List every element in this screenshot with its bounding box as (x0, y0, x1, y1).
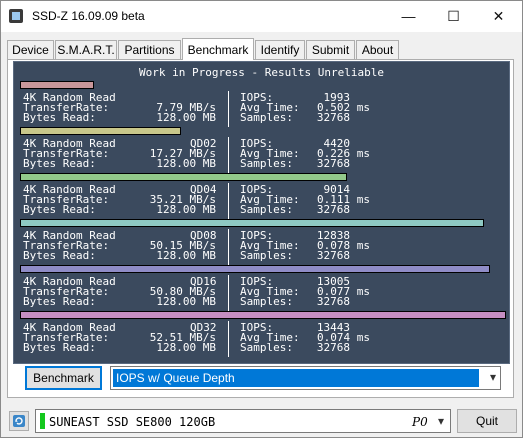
minimize-button[interactable]: — (386, 1, 431, 31)
samples-value: 32768 (316, 249, 350, 262)
result-bar (20, 311, 506, 319)
column-divider (228, 229, 229, 265)
bytes-read-value: 128.00 MB (156, 249, 216, 262)
result-bar (20, 219, 484, 227)
result-bar (20, 265, 490, 273)
column-divider (228, 321, 229, 357)
chevron-down-icon: ▾ (489, 370, 496, 384)
column-divider (228, 275, 229, 311)
result-block: 4K Random Read QD08 TransferRate: 50.15 … (14, 219, 509, 265)
benchmark-results: Work in Progress - Results Unreliable 4K… (13, 61, 510, 364)
title-bar: SSD-Z 16.09.09 beta — ☐ ✕ (1, 1, 522, 32)
result-bar (20, 173, 347, 181)
samples-value: 32768 (316, 341, 350, 354)
benchmark-button[interactable]: Benchmark (25, 366, 102, 390)
maximize-button[interactable]: ☐ (431, 1, 476, 31)
bytes-read-value: 128.00 MB (156, 157, 216, 170)
samples-value: 32768 (316, 203, 350, 216)
tab-about[interactable]: About (356, 40, 399, 59)
benchmark-mode-value: IOPS w/ Queue Depth (113, 369, 479, 387)
benchmark-title: Work in Progress - Results Unreliable (138, 66, 385, 79)
samples-value: 32768 (316, 157, 350, 170)
tab-submit[interactable]: Submit (306, 40, 355, 59)
bytes-read-value: 128.00 MB (156, 295, 216, 308)
bytes-read-value: 128.00 MB (156, 111, 216, 124)
tab-partitions[interactable]: Partitions (118, 40, 181, 59)
refresh-button[interactable] (9, 411, 29, 431)
samples-value: 32768 (316, 295, 350, 308)
result-block: 4K Random Read TransferRate: 7.79 MB/s B… (14, 81, 509, 127)
tab-device[interactable]: Device (7, 40, 54, 59)
close-button[interactable]: ✕ (476, 1, 521, 31)
result-block: 4K Random Read QD04 TransferRate: 35.21 … (14, 173, 509, 219)
drive-id: P0 (412, 415, 428, 429)
result-block: 4K Random Read QD32 TransferRate: 52.51 … (14, 311, 509, 357)
tab-benchmark[interactable]: Benchmark (182, 38, 254, 60)
drive-name: SUNEAST SSD SE800 120GB (49, 415, 216, 429)
benchmark-mode-select[interactable]: IOPS w/ Queue Depth ▾ (110, 366, 501, 390)
bytes-read-value: 128.00 MB (156, 341, 216, 354)
result-block: 4K Random Read QD16 TransferRate: 50.80 … (14, 265, 509, 311)
column-divider (228, 183, 229, 219)
quit-button[interactable]: Quit (457, 409, 517, 433)
tab-identify[interactable]: Identify (255, 40, 305, 59)
result-block: 4K Random Read QD02 TransferRate: 17.27 … (14, 127, 509, 173)
column-divider (228, 91, 229, 127)
result-bar (20, 127, 181, 135)
samples-value: 32768 (316, 111, 350, 124)
refresh-icon (13, 415, 25, 427)
result-bar (20, 81, 94, 89)
window-title: SSD-Z 16.09.09 beta (32, 9, 145, 23)
tab-smart[interactable]: S.M.A.R.T. (55, 40, 117, 59)
drive-status-indicator (40, 413, 45, 429)
app-window: SSD-Z 16.09.09 beta — ☐ ✕ Device S.M.A.R… (0, 0, 523, 438)
chevron-down-icon: ▾ (437, 414, 444, 428)
drive-select[interactable]: SUNEAST SSD SE800 120GB P0 ▾ (35, 409, 451, 433)
column-divider (228, 137, 229, 173)
bytes-read-value: 128.00 MB (156, 203, 216, 216)
app-icon (9, 9, 23, 23)
